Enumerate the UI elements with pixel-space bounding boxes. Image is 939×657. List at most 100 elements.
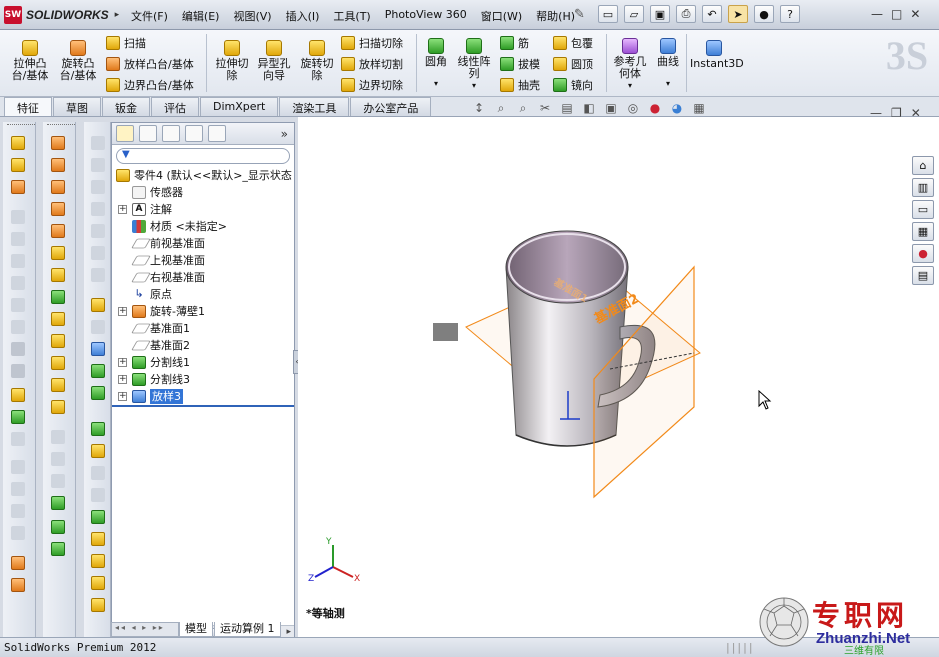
section-view-icon[interactable]: ✂ [537, 100, 553, 116]
expand-icon[interactable]: + [118, 307, 127, 316]
tool-icon[interactable] [91, 488, 105, 502]
display-manager-tab-icon[interactable] [208, 125, 226, 142]
pin-icon[interactable]: ✎ [574, 7, 585, 22]
tool-icon[interactable] [51, 430, 65, 444]
tool-icon[interactable] [11, 432, 25, 446]
doc-minimize-icon[interactable]: — [870, 106, 882, 120]
tree-item-revolve-thin[interactable]: + 旋转-薄壁1 [112, 303, 294, 320]
tool-icon[interactable] [11, 180, 25, 194]
tool-icon[interactable] [91, 364, 105, 378]
tool-icon[interactable] [11, 578, 25, 592]
tool-icon[interactable] [51, 496, 65, 510]
tool-icon[interactable] [11, 320, 25, 334]
tree-item-plane2[interactable]: 基准面2 [112, 337, 294, 354]
chevron-down-icon[interactable]: ▾ [611, 80, 649, 92]
app-logo[interactable]: SW SOLIDWORKS ▸ [4, 6, 119, 24]
tool-icon[interactable] [11, 460, 25, 474]
tool-icon[interactable] [51, 356, 65, 370]
dimxpert-manager-tab-icon[interactable] [185, 125, 203, 142]
save-icon[interactable]: ▣ [650, 5, 670, 23]
tool-icon[interactable] [11, 298, 25, 312]
tool-icon[interactable] [51, 520, 65, 534]
menu-view[interactable]: 视图(V) [233, 8, 271, 24]
tree-item-annotations[interactable]: + A 注解 [112, 201, 294, 218]
tool-icon[interactable] [51, 378, 65, 392]
tool-icon[interactable] [91, 246, 105, 260]
loft-boss-button[interactable]: 放样凸台/基体 [106, 56, 194, 72]
tool-icon[interactable] [11, 276, 25, 290]
tree-root[interactable]: 零件4 (默认<<默认>_显示状态 [112, 167, 294, 184]
tool-icon[interactable] [11, 254, 25, 268]
instant3d-button[interactable]: Instant3D [690, 40, 744, 70]
tool-icon[interactable] [11, 232, 25, 246]
previous-view-icon[interactable]: ⌕ [515, 100, 531, 116]
rollback-bar[interactable] [112, 405, 294, 407]
tab-motion-study[interactable]: 运动算例 1 [214, 622, 281, 637]
select-pointer-icon[interactable]: ➤ [728, 5, 748, 23]
menu-edit[interactable]: 编辑(E) [182, 8, 220, 24]
tool-icon[interactable] [91, 202, 105, 216]
zoom-to-area-icon[interactable]: ⌕ [493, 100, 509, 116]
swept-cut-button[interactable]: 扫描切除 [341, 35, 403, 51]
tool-icon[interactable] [11, 210, 25, 224]
tab-evaluate[interactable]: 评估 [151, 97, 199, 116]
tree-item-split-line1[interactable]: + 分割线1 [112, 354, 294, 371]
expand-icon[interactable]: + [118, 358, 127, 367]
tool-icon[interactable] [51, 400, 65, 414]
tool-icon[interactable] [51, 474, 65, 488]
apply-scene-icon[interactable]: ◕ [669, 100, 685, 116]
linear-pattern-button[interactable]: 线性阵 列 ▾ [455, 38, 493, 92]
tool-icon[interactable] [91, 342, 105, 356]
tool-icon[interactable] [11, 364, 25, 378]
tool-icon[interactable] [11, 388, 25, 402]
curves-button[interactable]: 曲线 ▾ [653, 38, 683, 90]
shell-button[interactable]: 抽壳 [500, 77, 540, 93]
tree-item-loft3[interactable]: + 放样3 [112, 388, 294, 405]
tool-icon[interactable] [51, 136, 65, 150]
draft-button[interactable]: 拔模 [500, 56, 540, 72]
help-icon[interactable]: ? [780, 5, 800, 23]
menu-window[interactable]: 窗口(W) [481, 8, 522, 24]
tool-icon[interactable] [11, 504, 25, 518]
tab-sheet-metal[interactable]: 钣金 [102, 97, 150, 116]
design-library-icon[interactable]: ▥ [912, 178, 934, 197]
tool-icon[interactable] [11, 410, 25, 424]
tree-filter-input[interactable]: ▼ [116, 148, 290, 164]
expand-panel-icon[interactable]: » [281, 127, 288, 141]
scroll-right-icon[interactable]: ▸ [286, 627, 291, 637]
tool-icon[interactable] [51, 158, 65, 172]
mirror-button[interactable]: 镜向 [553, 77, 593, 93]
tool-icon[interactable] [91, 510, 105, 524]
tree-item-material[interactable]: 材质 <未指定> [112, 218, 294, 235]
tool-icon[interactable] [91, 320, 105, 334]
feature-manager-tab-icon[interactable] [116, 125, 134, 142]
tool-icon[interactable] [11, 158, 25, 172]
wrap-button[interactable]: 包覆 [553, 35, 593, 51]
tool-icon[interactable] [11, 526, 25, 540]
file-explorer-icon[interactable]: ▭ [912, 200, 934, 219]
tool-icon[interactable] [91, 136, 105, 150]
tool-icon[interactable] [11, 342, 25, 356]
revolve-cut-button[interactable]: 旋转切 除 [297, 40, 337, 82]
tool-icon[interactable] [91, 224, 105, 238]
tree-item-split-line3[interactable]: + 分割线3 [112, 371, 294, 388]
tool-icon[interactable] [51, 542, 65, 556]
solidworks-resources-icon[interactable]: ⌂ [912, 156, 934, 175]
maximize-icon[interactable]: □ [891, 7, 902, 21]
sketch-marker[interactable] [433, 323, 458, 341]
rib-button[interactable]: 筋 [500, 35, 529, 51]
menu-insert[interactable]: 插入(I) [286, 8, 320, 24]
ref-geometry-button[interactable]: 参考几 何体 ▾ [611, 38, 649, 92]
tool-icon[interactable] [91, 268, 105, 282]
sweep-button[interactable]: 扫描 [106, 35, 146, 51]
view-palette-icon[interactable]: ▦ [912, 222, 934, 241]
graphics-area[interactable] [298, 117, 939, 637]
tree-item-origin[interactable]: ↳ 原点 [112, 286, 294, 303]
fillet-button[interactable]: 圆角 ▾ [421, 38, 451, 90]
tool-icon[interactable] [51, 202, 65, 216]
tool-icon[interactable] [51, 268, 65, 282]
undo-icon[interactable]: ↶ [702, 5, 722, 23]
tool-icon[interactable] [91, 532, 105, 546]
traffic-light-icon[interactable]: ● [754, 5, 774, 23]
tool-icon[interactable] [91, 298, 105, 312]
